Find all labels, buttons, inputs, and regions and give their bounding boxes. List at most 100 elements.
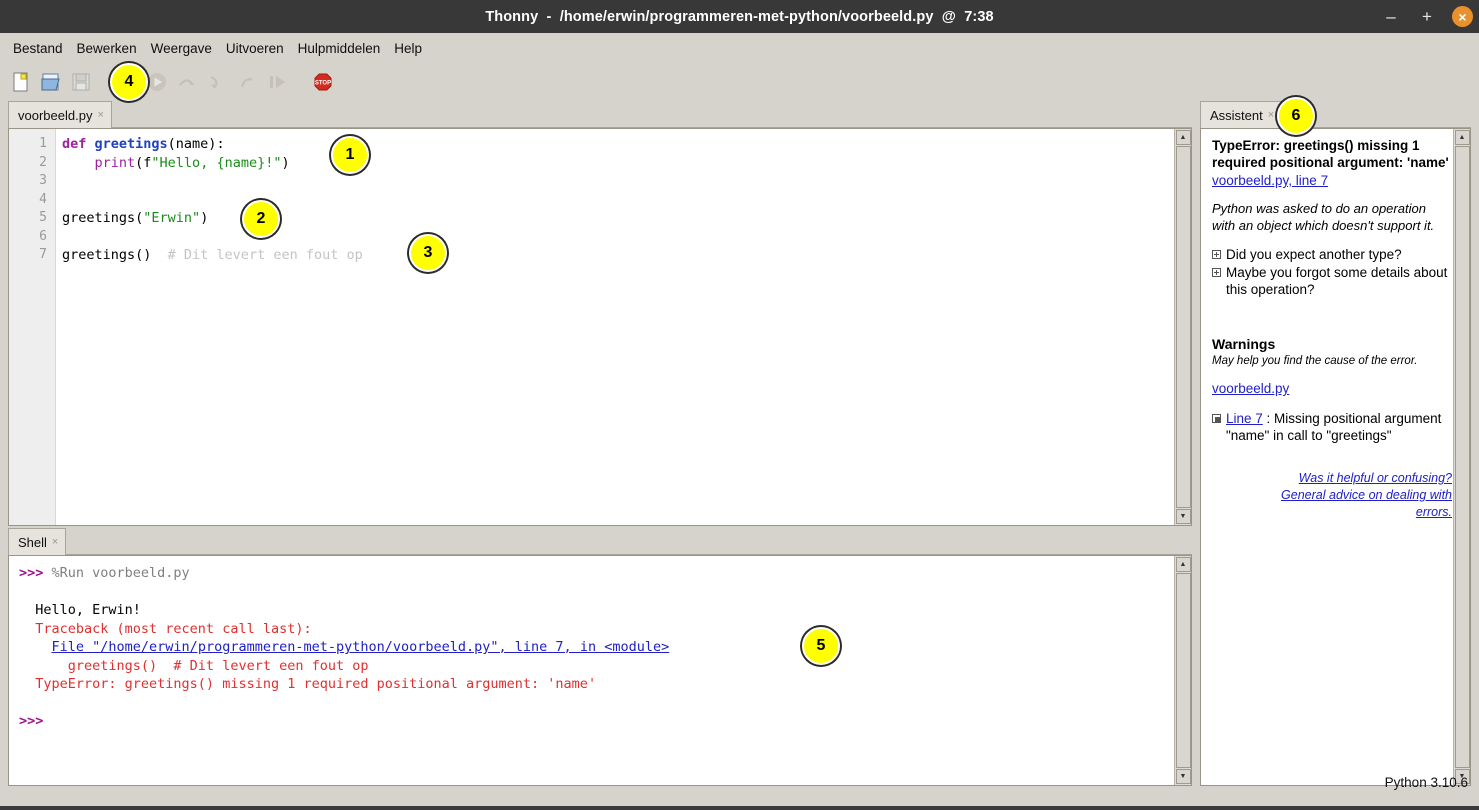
shell-output[interactable]: >>> %Run voorbeeld.py Hello, Erwin! Trac…	[8, 555, 1192, 786]
line-number: 5	[39, 210, 47, 225]
tab-assistent[interactable]: Assistent ×	[1200, 101, 1283, 128]
scroll-thumb[interactable]	[1454, 146, 1470, 768]
close-icon[interactable]: ×	[52, 536, 58, 548]
assistant-footer-link[interactable]: errors.	[1212, 504, 1452, 521]
close-icon[interactable]: ×	[1268, 109, 1274, 121]
menu-weergave[interactable]: Weergave	[144, 38, 219, 59]
shell-token: %Run voorbeeld.py	[43, 565, 190, 581]
close-button[interactable]: ×	[1452, 6, 1473, 27]
tab-label: Assistent	[1210, 107, 1263, 123]
code-line: print(f"Hello, {name}!")	[62, 154, 1191, 173]
step-out-icon	[235, 70, 259, 94]
code-token: print	[94, 154, 136, 171]
tab-voorbeeld-py[interactable]: voorbeeld.py ×	[8, 101, 112, 128]
error-explanation: Python was asked to do an operation with…	[1212, 201, 1435, 233]
menu-uitvoeren[interactable]: Uitvoeren	[219, 38, 291, 59]
suggestion-label: Did you expect another type?	[1226, 247, 1402, 262]
shell-line: Traceback (most recent call last):	[19, 620, 1191, 639]
warnings-subtitle: May help you find the cause of the error…	[1212, 355, 1418, 367]
collapse-icon[interactable]	[1212, 414, 1221, 423]
shell-token: TypeError: greetings() missing 1 require…	[19, 676, 597, 692]
error-title: TypeError: greetings() missing 1 require…	[1212, 138, 1449, 170]
code-token: (f	[135, 154, 152, 171]
menu-bewerken[interactable]: Bewerken	[70, 38, 144, 59]
suggestion-label: Maybe you forgot some details about this…	[1226, 265, 1448, 297]
menu-hulpmiddelen[interactable]: Hulpmiddelen	[291, 38, 388, 59]
shell-tabstrip: Shell ×	[8, 528, 1192, 555]
assistant-scrollbar[interactable]: ▲ ▼	[1453, 129, 1470, 785]
code-token: greetings	[94, 136, 168, 152]
expand-icon[interactable]	[1212, 250, 1221, 259]
scroll-up-icon[interactable]: ▲	[1175, 130, 1191, 145]
code-token: )	[281, 154, 290, 171]
warnings-file-link[interactable]: voorbeeld.py	[1212, 380, 1289, 397]
assistant-footer-link[interactable]: Was it helpful or confusing?	[1212, 470, 1452, 487]
code-text[interactable]: def greetings(name): print(f"Hello, {nam…	[56, 129, 1191, 525]
scroll-track[interactable]	[1175, 573, 1191, 768]
warnings-file-row: voorbeeld.py	[1212, 380, 1452, 398]
assistant-tabstrip: Assistent ×	[1200, 101, 1471, 128]
scroll-up-icon[interactable]: ▲	[1175, 557, 1191, 572]
shell-token: Traceback (most recent call last):	[19, 620, 312, 637]
traceback-file-link[interactable]: File "/home/erwin/programmeren-met-pytho…	[52, 639, 670, 655]
callout-badge-4: 4	[110, 63, 148, 101]
suggestion-item[interactable]: Did you expect another type?	[1212, 246, 1452, 263]
assistant-content: TypeError: greetings() missing 1 require…	[1200, 128, 1471, 786]
warning-line-link[interactable]: Line 7	[1226, 410, 1263, 427]
tab-shell[interactable]: Shell ×	[8, 528, 67, 555]
menu-bestand[interactable]: Bestand	[6, 38, 70, 59]
code-token: # Dit levert een fout op	[151, 247, 363, 263]
footer-link-text: General advice on dealing with	[1281, 488, 1452, 502]
shell-token	[19, 639, 52, 655]
scroll-track[interactable]	[1175, 146, 1191, 508]
code-token: "Erwin"	[143, 210, 201, 226]
warning-items: Line 7 : Missing positional argument "na…	[1212, 410, 1452, 444]
close-icon[interactable]: ×	[97, 109, 103, 121]
suggestion-item[interactable]: Maybe you forgot some details about this…	[1212, 264, 1452, 298]
scroll-track[interactable]	[1454, 146, 1470, 768]
shell-text[interactable]: >>> %Run voorbeeld.py Hello, Erwin! Trac…	[9, 556, 1191, 731]
shell-line: TypeError: greetings() missing 1 require…	[19, 675, 1191, 694]
error-location-link[interactable]: voorbeeld.py, line 7	[1212, 172, 1328, 189]
maximize-button[interactable]: +	[1416, 6, 1438, 28]
shell-token: >>>	[19, 565, 44, 581]
code-editor[interactable]: 1 2 3 4 5 6 7 def greetings(name): print(f"Hel…	[8, 128, 1192, 526]
editor-scrollbar[interactable]: ▲ ▼	[1174, 129, 1191, 525]
scroll-thumb[interactable]	[1175, 146, 1191, 508]
code-token: (name):	[167, 136, 225, 152]
shell-line: >>>	[19, 712, 1191, 731]
statusbar: Python 3.10.6	[0, 770, 1479, 794]
shell-line: Hello, Erwin!	[19, 601, 1191, 620]
minimize-button[interactable]: –	[1380, 6, 1402, 28]
line-number: 2	[39, 154, 47, 170]
new-file-icon[interactable]	[9, 70, 33, 94]
toolbar: STOP	[0, 63, 1479, 101]
scroll-thumb[interactable]	[1175, 573, 1191, 768]
save-file-icon	[69, 70, 93, 94]
open-file-icon[interactable]	[39, 70, 63, 94]
scroll-down-icon[interactable]: ▼	[1175, 509, 1191, 524]
debug-icon[interactable]	[145, 70, 169, 94]
expand-icon[interactable]	[1212, 268, 1221, 277]
desktop-taskbar	[0, 806, 1479, 810]
line-number: 1	[39, 136, 47, 151]
footer-link-text: Was it helpful or confusing?	[1298, 471, 1452, 485]
menubar: Bestand Bewerken Weergave Uitvoeren Hulpmidd…	[0, 33, 1479, 63]
warnings-heading: Warnings	[1212, 336, 1276, 352]
assistant-footer-link[interactable]: General advice on dealing with	[1212, 487, 1452, 504]
warning-text-wrap: Line 7 : Missing positional argument "na…	[1226, 410, 1452, 444]
python-version-label: Python 3.10.6	[1384, 774, 1468, 790]
line-number: 3	[39, 173, 47, 188]
code-token: "Hello, {name}!"	[151, 154, 282, 171]
shell-token: >>>	[19, 713, 44, 729]
menu-help[interactable]: Help	[387, 38, 429, 59]
line-number: 6	[39, 228, 47, 244]
stop-icon[interactable]: STOP	[311, 70, 335, 94]
shell-scrollbar[interactable]: ▲ ▼	[1174, 556, 1191, 785]
code-token: def	[62, 136, 95, 152]
scroll-up-icon[interactable]: ▲	[1454, 130, 1470, 145]
assistant-footer-links: Was it helpful or confusing? General advi…	[1212, 470, 1452, 521]
